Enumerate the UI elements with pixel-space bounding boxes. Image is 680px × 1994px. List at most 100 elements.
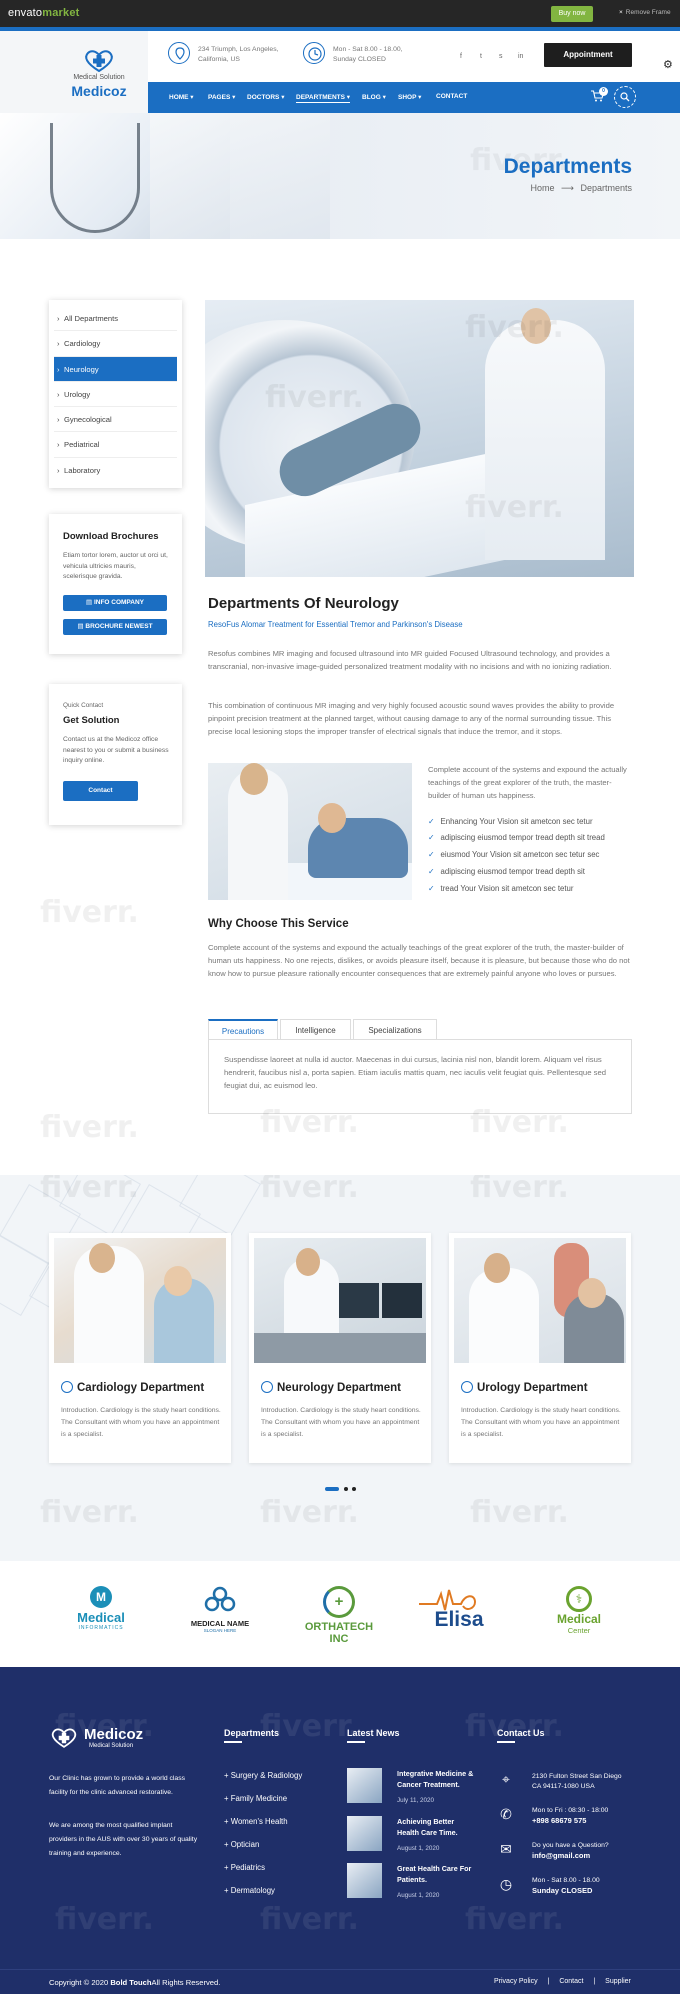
sidebar-item-laboratory[interactable]: Laboratory bbox=[54, 458, 177, 483]
watermark: fiverr. bbox=[465, 490, 564, 525]
why-choose-title: Why Choose This Service bbox=[208, 918, 349, 930]
footer-news-item[interactable]: Great Health Care For Patients. August 1… bbox=[347, 1863, 471, 1903]
why-choose-paragraph: Complete account of the systems and expo… bbox=[208, 943, 630, 978]
contact-button[interactable]: Contact bbox=[63, 781, 138, 801]
sidebar-item-urology[interactable]: Urology bbox=[54, 382, 177, 408]
department-card-neurology[interactable]: Neurology Department Introduction. Cardi… bbox=[249, 1233, 431, 1463]
appointment-button[interactable]: Appointment bbox=[544, 43, 632, 67]
department-card-title[interactable]: Cardiology Department bbox=[61, 1381, 204, 1394]
section-title: Departments Of Neurology bbox=[208, 595, 399, 612]
news-thumbnail bbox=[347, 1816, 382, 1851]
urology-image bbox=[454, 1238, 626, 1363]
tab-panel: Suspendisse laoreet at nulla id auctor. … bbox=[208, 1039, 632, 1114]
facebook-icon[interactable]: f bbox=[460, 53, 462, 60]
partner-logo-medical-center[interactable]: ⚕ Medical Center bbox=[534, 1586, 624, 1642]
breadcrumb-current: Departments bbox=[580, 183, 632, 193]
watermark: fiverr. bbox=[470, 1495, 569, 1530]
section-subtitle: ResoFus Alomar Treatment for Essential T… bbox=[208, 620, 463, 629]
watermark: fiverr. bbox=[470, 1175, 569, 1205]
document-icon: ▤ bbox=[85, 599, 94, 606]
search-icon[interactable] bbox=[614, 86, 636, 108]
department-card-urology[interactable]: Urology Department Introduction. Cardiol… bbox=[449, 1233, 631, 1463]
gear-icon[interactable]: ⚙ bbox=[663, 58, 673, 71]
check-icon: ✓ bbox=[428, 833, 435, 842]
footer-news-item[interactable]: Integrative Medicine & Cancer Treatment.… bbox=[347, 1768, 473, 1808]
check-icon: ✓ bbox=[428, 884, 435, 893]
logo-tagline: Medical Solution bbox=[73, 74, 125, 81]
tab-precautions[interactable]: Precautions bbox=[208, 1019, 278, 1040]
nav-shop[interactable]: SHOP ▾ bbox=[398, 93, 421, 101]
partner-logo-orthatech[interactable]: + ORTHATECH INC bbox=[294, 1586, 384, 1645]
footer-link-optician[interactable]: Optician bbox=[224, 1840, 260, 1849]
linkedin-icon[interactable]: in bbox=[518, 53, 523, 60]
department-list: All Departments Cardiology Neurology Uro… bbox=[49, 300, 182, 488]
breadcrumb: Home ⟶ Departments bbox=[531, 183, 632, 194]
neurology-mri-image: fiverr. fiverr. fiverr. bbox=[205, 300, 634, 577]
twitter-icon[interactable]: t bbox=[480, 53, 482, 60]
sidebar-item-pediatrical[interactable]: Pediatrical bbox=[54, 432, 177, 458]
tab-intelligence[interactable]: Intelligence bbox=[280, 1019, 351, 1040]
footer-departments-title: Departments bbox=[224, 1728, 280, 1743]
check-icon: ✓ bbox=[428, 817, 435, 826]
department-card-title[interactable]: Urology Department bbox=[461, 1381, 588, 1394]
department-card-title[interactable]: Neurology Department bbox=[261, 1381, 401, 1394]
check-item: ✓ adipiscing eiusmod tempor tread depth s… bbox=[428, 833, 605, 842]
watermark: fiverr. bbox=[40, 1175, 139, 1205]
intro-paragraph: Resofus combines MR imaging and focused … bbox=[208, 649, 612, 671]
contact-link[interactable]: Contact bbox=[559, 1978, 583, 1985]
site-logo[interactable]: Medical Solution Medicoz bbox=[0, 31, 148, 113]
side-paragraph: Complete account of the systems and expo… bbox=[428, 765, 627, 800]
quick-contact-title: Get Solution bbox=[63, 715, 120, 726]
envato-logo[interactable]: envatomarket bbox=[8, 7, 80, 19]
nav-contact[interactable]: CONTACT bbox=[436, 93, 467, 100]
partner-logo-elisa[interactable]: Elisa bbox=[414, 1586, 504, 1642]
footer-link-womens[interactable]: Women's Health bbox=[224, 1817, 288, 1826]
buy-now-button[interactable]: Buy now bbox=[551, 6, 593, 22]
partner-logo-medical-informatics[interactable]: M Medical INFORMATICS bbox=[56, 1586, 146, 1642]
sidebar-item-gynecological[interactable]: Gynecological bbox=[54, 407, 177, 433]
brochure-newest-button[interactable]: ▤ BROCHURE NEWEST bbox=[63, 619, 167, 635]
footer-bottom-links: Privacy Policy | Contact | Supplier bbox=[494, 1978, 631, 1985]
detail-paragraph: This combination of continuous MR imagin… bbox=[208, 701, 615, 736]
tab-specializations[interactable]: Specializations bbox=[353, 1019, 437, 1040]
site-footer: fiverr. fiverr. fiverr. fiverr. fiverr. … bbox=[0, 1667, 680, 1969]
medical-cross-logo-icon bbox=[51, 1728, 77, 1748]
footer-link-pediatrics[interactable]: Pediatrics bbox=[224, 1863, 265, 1872]
header-hours: Mon - Sat 8.00 - 18.00, Sunday CLOSED bbox=[303, 42, 403, 65]
footer-email[interactable]: Do you have a Question? info@gmail.com bbox=[532, 1841, 609, 1861]
check-icon: ✓ bbox=[428, 867, 435, 876]
partner-logo-medical-name[interactable]: MEDICAL NAME SLOGAN HERE bbox=[175, 1586, 265, 1642]
sidebar-item-neurology[interactable]: Neurology bbox=[54, 356, 177, 382]
skype-icon[interactable]: s bbox=[499, 53, 503, 60]
divider: | bbox=[593, 1978, 596, 1985]
footer-link-family[interactable]: Family Medicine bbox=[224, 1794, 287, 1803]
carousel-dot[interactable] bbox=[352, 1487, 356, 1491]
carousel-dot-active[interactable] bbox=[325, 1487, 339, 1491]
header-address: 234 Triumph, Los Angeles, California, US bbox=[168, 42, 278, 65]
footer-link-dermatology[interactable]: Dermatology bbox=[224, 1886, 275, 1895]
nav-blog[interactable]: BLOG ▾ bbox=[362, 93, 386, 101]
quick-contact-text: Contact us at the Medicoz office nearest… bbox=[63, 736, 169, 764]
nav-home[interactable]: HOME ▾ bbox=[169, 93, 194, 101]
carousel-dot[interactable] bbox=[344, 1487, 348, 1491]
nav-departments[interactable]: DEPARTMENTS ▾ bbox=[296, 93, 351, 103]
footer-news-item[interactable]: Achieving Better Health Care Time. Augus… bbox=[347, 1816, 458, 1856]
breadcrumb-home[interactable]: Home bbox=[531, 183, 555, 193]
privacy-policy-link[interactable]: Privacy Policy bbox=[494, 1978, 538, 1985]
kidney-icon bbox=[461, 1381, 473, 1393]
department-card-text: Introduction. Cardiology is the study he… bbox=[461, 1407, 621, 1438]
footer-link-surgery[interactable]: Surgery & Radiology bbox=[224, 1771, 303, 1780]
close-icon: × bbox=[619, 9, 623, 16]
footer-hours: Mon - Sat 8.00 - 18.00 Sunday CLOSED bbox=[532, 1877, 600, 1895]
department-card-cardiology[interactable]: Cardiology Department Introduction. Card… bbox=[49, 1233, 231, 1463]
clock-icon: ◷ bbox=[499, 1876, 513, 1892]
sidebar-item-cardiology[interactable]: Cardiology bbox=[54, 331, 177, 357]
nav-doctors[interactable]: DOCTORS ▾ bbox=[247, 93, 284, 101]
sidebar-item-all-departments[interactable]: All Departments bbox=[54, 306, 177, 332]
remove-frame-button[interactable]: × Remove Frame bbox=[619, 9, 674, 16]
mail-icon: ✉ bbox=[500, 1841, 512, 1857]
watermark: fiverr. bbox=[465, 1902, 564, 1937]
info-company-button[interactable]: ▤ INFO COMPANY bbox=[63, 595, 167, 611]
nav-pages[interactable]: PAGES ▾ bbox=[208, 93, 235, 101]
supplier-link[interactable]: Supplier bbox=[605, 1978, 631, 1985]
